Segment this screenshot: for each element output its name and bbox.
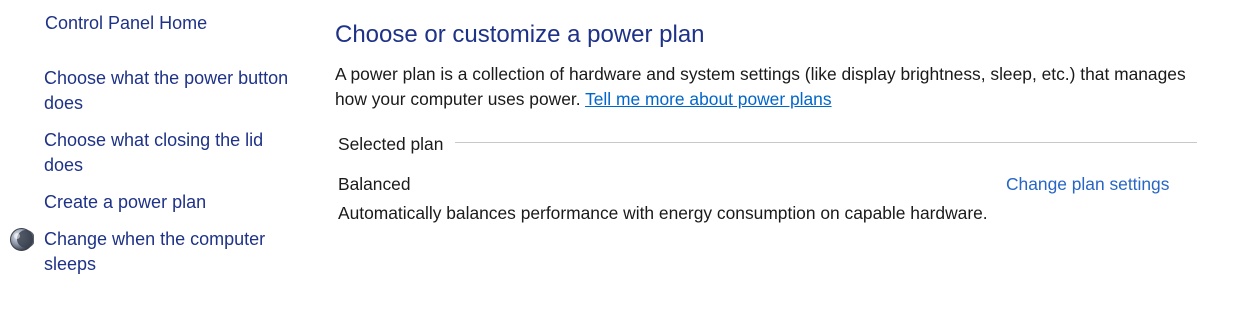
page-title: Choose or customize a power plan [335,21,705,48]
sidebar-link-create-plan[interactable]: Create a power plan [44,190,306,215]
sidebar-link-computer-sleeps[interactable]: Change when the computer sleeps [44,227,306,277]
help-link-power-plans[interactable]: Tell me more about power plans [585,89,832,109]
section-divider [455,142,1197,143]
selected-plan-header: Selected plan [338,134,444,154]
sidebar-link-closing-lid[interactable]: Choose what closing the lid does [44,128,306,178]
plan-description: Automatically balances performance with … [338,203,988,223]
change-plan-settings-link[interactable]: Change plan settings [1006,173,1169,195]
main-content: Choose or customize a power plan A power… [335,0,1215,316]
sidebar: Control Panel Home Choose what the power… [0,0,310,316]
control-panel-home-link[interactable]: Control Panel Home [45,11,207,35]
page-description: A power plan is a collection of hardware… [335,62,1215,112]
sidebar-link-power-button[interactable]: Choose what the power button does [44,66,306,116]
plan-name: Balanced [338,174,411,194]
moon-icon [9,227,35,252]
